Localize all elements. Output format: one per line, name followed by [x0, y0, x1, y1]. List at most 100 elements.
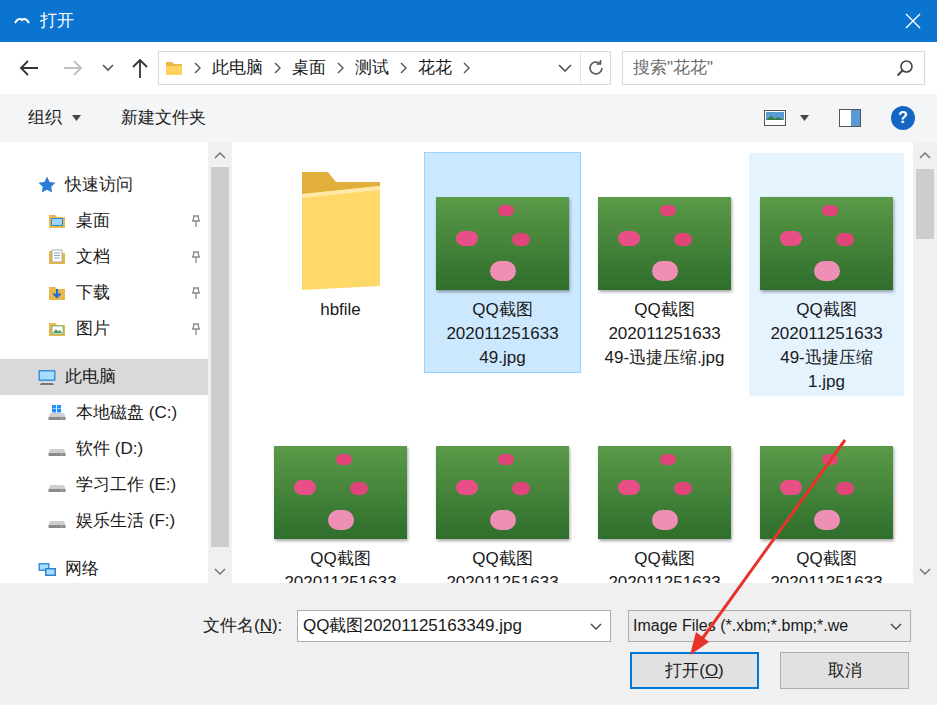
file-label[interactable]: QQ截图20201125163349-迅捷压缩.jpg [605, 294, 725, 370]
open-button[interactable]: 打开(O) [630, 652, 759, 689]
file-name-line[interactable]: 202011251633 [770, 322, 882, 346]
nav-label[interactable]: 桌面 [76, 209, 110, 233]
file-name-line[interactable]: QQ截图 [472, 298, 532, 322]
help-button[interactable]: ? [891, 106, 915, 130]
breadcrumb[interactable]: 此电脑 [212, 56, 263, 80]
image-thumbnail[interactable] [598, 197, 731, 290]
scroll-down-icon[interactable] [919, 568, 931, 575]
cancel-button[interactable]: 取消 [780, 652, 909, 689]
view-dropdown-icon[interactable] [800, 115, 809, 121]
scroll-down-icon[interactable] [214, 568, 226, 575]
file-item[interactable]: QQ截图20201125163349-迅捷压缩1.jpg [748, 152, 905, 397]
folder-icon[interactable] [300, 166, 382, 290]
file-item[interactable]: hbfile [262, 152, 419, 325]
filter-value[interactable]: Image Files (*.xbm;*.bmp;*.we [629, 614, 888, 638]
file-name-line[interactable]: QQ截图 [310, 547, 370, 571]
organize-label[interactable]: 组织 [28, 106, 62, 130]
file-item[interactable]: QQ截图202011251633 [262, 401, 419, 583]
nav-label[interactable]: 网络 [65, 557, 99, 581]
view-icon[interactable] [764, 110, 786, 126]
file-label[interactable]: QQ截图202011251633 [770, 543, 882, 583]
nav-label[interactable]: 此电脑 [65, 365, 116, 389]
file-label[interactable]: QQ截图202011251633 [446, 543, 558, 583]
file-item[interactable]: QQ截图202011251633 [424, 401, 581, 583]
file-name-line[interactable]: 49-迅捷压缩 [780, 346, 873, 370]
file-label[interactable]: QQ截图20201125163349.jpg [446, 294, 558, 370]
file-name-line[interactable]: 202011251633 [446, 322, 558, 346]
file-name-line[interactable]: QQ截图 [796, 547, 856, 571]
preview-pane-icon[interactable] [839, 109, 861, 127]
pin-icon[interactable] [189, 286, 203, 300]
filename-value[interactable]: QQ截图20201125163349.jpg [298, 614, 590, 638]
nav-item[interactable]: 软件 (D:) [0, 431, 208, 467]
scroll-thumb[interactable] [916, 169, 934, 239]
file-scrollbar[interactable] [913, 142, 937, 583]
scroll-up-icon[interactable] [214, 152, 226, 159]
back-icon[interactable] [18, 57, 40, 79]
chevron-icon[interactable] [336, 62, 345, 74]
image-thumbnail[interactable] [274, 446, 407, 539]
organize-menu[interactable]: 组织 [28, 106, 81, 130]
file-name-line[interactable]: QQ截图 [634, 547, 694, 571]
pin-icon[interactable] [189, 214, 203, 228]
nav-item[interactable]: 本地磁盘 (C:) [0, 395, 208, 431]
search-box[interactable] [622, 51, 925, 85]
file-name-line[interactable]: QQ截图 [634, 298, 694, 322]
combo-dropdown-icon[interactable] [890, 623, 902, 630]
filter-combo[interactable]: Image Files (*.xbm;*.bmp;*.we [628, 610, 911, 642]
nav-label[interactable]: 学习工作 (E:) [76, 473, 176, 497]
chevron-icon[interactable] [462, 62, 471, 74]
file-name-line[interactable]: 202011251633 [446, 571, 558, 583]
file-name-line[interactable]: QQ截图 [472, 547, 532, 571]
file-item[interactable]: QQ截图20201125163349.jpg [424, 152, 581, 373]
file-item[interactable]: QQ截图202011251633 [586, 401, 743, 583]
access-key[interactable]: O [705, 659, 718, 683]
address-dropdown-icon[interactable] [550, 52, 580, 84]
file-name-line[interactable]: hbfile [320, 298, 361, 322]
breadcrumb[interactable]: 测试 [355, 56, 389, 80]
nav-label[interactable]: 文档 [76, 245, 110, 269]
file-item[interactable]: QQ截图20201125163349-迅捷压缩.jpg [586, 152, 743, 373]
nav-label[interactable]: 本地磁盘 (C:) [76, 401, 177, 425]
scroll-up-icon[interactable] [919, 152, 931, 159]
pin-icon[interactable] [189, 322, 203, 336]
filename-combo[interactable]: QQ截图20201125163349.jpg [297, 610, 611, 642]
chevron-icon[interactable] [273, 62, 282, 74]
nav-item[interactable]: 桌面 [0, 203, 208, 239]
organize-dropdown-icon[interactable] [72, 115, 81, 121]
image-thumbnail[interactable] [760, 197, 893, 290]
nav-item[interactable]: 此电脑 [0, 359, 208, 395]
file-name-line[interactable]: 202011251633 [284, 571, 396, 583]
combo-dropdown-icon[interactable] [590, 623, 602, 630]
file-item[interactable]: QQ截图202011251633 [748, 401, 905, 583]
nav-item[interactable]: 文档 [0, 239, 208, 275]
chevron-icon[interactable] [193, 62, 202, 74]
nav-item[interactable]: 下载 [0, 275, 208, 311]
nav-item[interactable]: 图片 [0, 311, 208, 347]
file-name-line[interactable]: 49-迅捷压缩.jpg [605, 346, 725, 370]
scroll-thumb[interactable] [211, 167, 229, 547]
breadcrumb[interactable]: 花花 [418, 56, 452, 80]
file-label[interactable]: QQ截图20201125163349-迅捷压缩1.jpg [770, 294, 882, 394]
nav-label[interactable]: 快速访问 [65, 173, 133, 197]
nav-scrollbar[interactable] [208, 142, 232, 583]
button-text[interactable]: ) [718, 659, 724, 683]
forward-icon[interactable] [62, 57, 84, 79]
file-label[interactable]: QQ截图202011251633 [284, 543, 396, 583]
refresh-icon[interactable] [580, 52, 610, 84]
file-name-line[interactable]: QQ截图 [796, 298, 856, 322]
breadcrumb[interactable]: 桌面 [292, 56, 326, 80]
nav-label[interactable]: 图片 [76, 317, 110, 341]
button-text[interactable]: 打开( [665, 659, 705, 683]
image-thumbnail[interactable] [760, 446, 893, 539]
file-name-line[interactable]: 202011251633 [608, 571, 720, 583]
image-thumbnail[interactable] [436, 446, 569, 539]
button-text[interactable]: 取消 [828, 659, 862, 683]
image-thumbnail[interactable] [598, 446, 731, 539]
nav-label[interactable]: 娱乐生活 (F:) [76, 509, 175, 533]
nav-item[interactable]: 学习工作 (E:) [0, 467, 208, 503]
nav-item[interactable]: 快速访问 [0, 167, 208, 203]
file-name-line[interactable]: 202011251633 [608, 322, 720, 346]
chevron-icon[interactable] [399, 62, 408, 74]
file-label[interactable]: QQ截图202011251633 [608, 543, 720, 583]
